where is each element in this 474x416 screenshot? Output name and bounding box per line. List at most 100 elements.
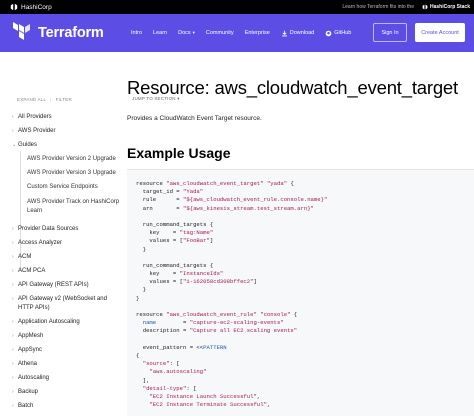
code-token: "EC2 Instance Terminate Successful" bbox=[149, 401, 267, 409]
terraform-navbar: Terraform Intro Learn Docs ▾ Community En… bbox=[0, 14, 474, 52]
code-token: resource bbox=[136, 180, 167, 187]
code-block[interactable]: resource "aws_cloudwatch_event_target" "… bbox=[127, 169, 474, 416]
nav-download[interactable]: Download bbox=[281, 30, 314, 37]
code-token: } bbox=[136, 245, 147, 253]
code-token: , bbox=[256, 392, 261, 400]
sidebar-item-label: All Providers bbox=[18, 114, 52, 120]
docs-sidebar: EXPAND ALL | FILTER ‹ All Providers › AWS … bbox=[0, 52, 122, 416]
sidebar-item-acm-pca[interactable]: › ACM PCA bbox=[12, 267, 120, 276]
sidebar-item-appmesh[interactable]: › AppMesh bbox=[12, 332, 120, 341]
code-line: rule = "${aws_cloudwatch_event_rule.cons… bbox=[136, 196, 474, 204]
nav-community[interactable]: Community bbox=[206, 30, 234, 36]
sidebar-item-aws-provider[interactable]: › AWS Provider bbox=[12, 127, 120, 136]
nav-enterprise[interactable]: Enterprise bbox=[245, 30, 270, 36]
nav-community-label: Community bbox=[205, 30, 234, 36]
code-line: "detail-type": [ bbox=[136, 385, 474, 393]
sidebar-item-batch[interactable]: › Batch bbox=[12, 402, 120, 411]
sidebar-item-access-analyzer[interactable]: › Access Analyzer bbox=[12, 239, 120, 248]
nav-intro[interactable]: Intro bbox=[131, 30, 142, 36]
sidebar-item-custom-endpoints[interactable]: Custom Service Endpoints bbox=[27, 183, 121, 192]
sidebar-item-track-learn[interactable]: AWS Provider Track on HashiCorp Learn bbox=[27, 198, 121, 216]
hashicorp-logo-icon bbox=[10, 3, 18, 11]
sidebar-item-label: AWS Provider bbox=[18, 128, 56, 134]
code-token: values = [ bbox=[136, 237, 183, 245]
code-token: resource bbox=[136, 311, 167, 318]
nav-intro-label: Intro bbox=[131, 30, 143, 36]
hashicorp-stack-label: HashiCorp Stack bbox=[429, 4, 470, 10]
sidebar-item-label: AppMesh bbox=[18, 333, 44, 339]
sidebar-item-athena[interactable]: › Athena bbox=[12, 360, 120, 369]
code-token: ] bbox=[253, 278, 257, 286]
sidebar-item-label: ACM PCA bbox=[18, 268, 46, 274]
sidebar-item-acm[interactable]: › ACM bbox=[12, 253, 120, 262]
sidebar-item-backup[interactable]: › Backup bbox=[12, 388, 120, 397]
nav-docs-label: Docs bbox=[178, 30, 191, 36]
code-token: "${aws_cloudwatch_event_rule.console.nam… bbox=[183, 196, 328, 204]
code-token: { bbox=[287, 180, 294, 187]
nav-docs[interactable]: Docs ▾ bbox=[178, 30, 195, 36]
sidebar-item-all-providers[interactable]: ‹ All Providers bbox=[12, 113, 120, 122]
code-token: } bbox=[136, 294, 140, 302]
section-heading-example-usage: Example Usage bbox=[127, 145, 231, 161]
code-token: : [ bbox=[169, 360, 180, 368]
learn-stack-link[interactable]: Learn how Terraform fits into the bbox=[342, 4, 414, 10]
sidebar-controls: EXPAND ALL | FILTER bbox=[17, 97, 72, 102]
nav-github[interactable]: GitHub bbox=[325, 30, 351, 37]
code-token: "yada" bbox=[266, 180, 288, 187]
sidebar-item-label: Guides bbox=[18, 142, 38, 148]
resource-description: Provides a CloudWatch Event Target resou… bbox=[127, 115, 262, 122]
create-account-button[interactable]: Create Account bbox=[415, 23, 465, 42]
code-token: "${aws_kinesis_stream.test_stream.arn}" bbox=[183, 204, 314, 212]
sidebar-item-app-autoscaling[interactable]: › Application Autoscaling bbox=[12, 318, 120, 327]
code-line: } bbox=[136, 286, 474, 294]
code-token: : [ bbox=[186, 384, 197, 392]
code-token: "InstanceIds" bbox=[179, 270, 224, 278]
sidebar-item-api-gateway-v2[interactable]: › API Gateway v2 (WebSocket and HTTP APIs… bbox=[12, 295, 120, 313]
code-token: "capture-ec2-scaling-events" bbox=[189, 319, 284, 327]
terraform-logo[interactable]: Terraform bbox=[12, 22, 104, 44]
sidebar-item-label: AWS Provider Version 2 Upgrade bbox=[27, 156, 116, 162]
code-token: "source" bbox=[142, 360, 170, 368]
code-token: = bbox=[156, 319, 190, 327]
chevron-down-icon: ▾ bbox=[177, 96, 180, 101]
sidebar-item-guides[interactable]: ⌄ Guides bbox=[12, 141, 120, 150]
code-token: "i-162058cd308bffec2" bbox=[183, 278, 254, 286]
code-token: ] bbox=[209, 237, 214, 245]
terraform-brand-text: Terraform bbox=[38, 25, 104, 41]
sign-in-button[interactable]: Sign In bbox=[373, 23, 407, 42]
code-line: name = "capture-ec2-scaling-events" bbox=[136, 319, 474, 327]
hashicorp-topbar: HashiCorp Learn how Terraform fits into … bbox=[0, 0, 474, 14]
code-line: resource "aws_cloudwatch_event_rule" "co… bbox=[136, 311, 474, 319]
nav-learn-label: Learn bbox=[153, 30, 168, 36]
code-token: run_command_targets { bbox=[136, 261, 214, 269]
sidebar-item-label: API Gateway (REST APIs) bbox=[18, 282, 89, 288]
sidebar-item-aws-v3-upgrade[interactable]: AWS Provider Version 3 Upgrade bbox=[27, 169, 121, 178]
hashicorp-brand-text: HashiCorp bbox=[21, 3, 52, 11]
jump-to-section-dropdown[interactable]: JUMP TO SECTION ▾ bbox=[132, 96, 180, 102]
filter-button[interactable]: FILTER bbox=[56, 97, 72, 102]
sidebar-item-api-gateway[interactable]: › API Gateway (REST APIs) bbox=[12, 281, 120, 290]
download-icon bbox=[281, 30, 287, 36]
code-line: arn = "${aws_kinesis_stream.test_stream.… bbox=[136, 205, 474, 213]
sidebar-item-label: AppSync bbox=[18, 347, 43, 353]
sidebar-item-aws-v2-upgrade[interactable]: AWS Provider Version 2 Upgrade bbox=[27, 155, 121, 164]
code-token: values = [ bbox=[136, 278, 183, 286]
code-token: target_id = bbox=[136, 188, 183, 196]
hashicorp-logo[interactable]: HashiCorp bbox=[10, 3, 52, 11]
expand-all-button[interactable]: EXPAND ALL bbox=[17, 97, 46, 102]
code-line: key = "tag:Name" bbox=[136, 229, 474, 237]
nav-learn[interactable]: Learn bbox=[153, 30, 167, 36]
sidebar-item-data-sources[interactable]: › Provider Data Sources bbox=[12, 225, 120, 234]
code-line: "EC2 Instance Launch Successful", bbox=[136, 393, 474, 401]
code-token: PATTERN bbox=[203, 343, 227, 351]
sidebar-item-appsync[interactable]: › AppSync bbox=[12, 346, 120, 355]
code-line: } bbox=[136, 246, 474, 254]
code-token: } bbox=[136, 286, 147, 294]
code-token: event_pattern = << bbox=[136, 343, 204, 351]
hashicorp-stack-link[interactable]: HashiCorp Stack bbox=[422, 4, 470, 10]
sidebar-item-autoscaling[interactable]: › Autoscaling bbox=[12, 374, 120, 383]
